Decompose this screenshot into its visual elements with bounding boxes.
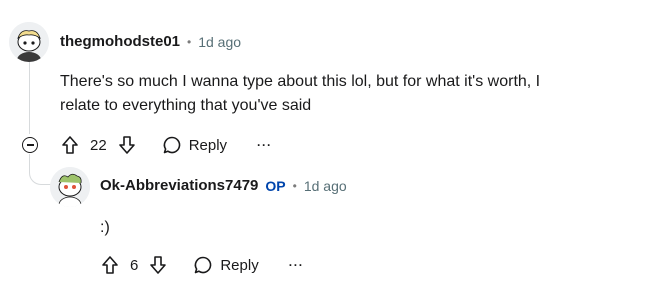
more-options-button[interactable]: ···: [257, 138, 272, 152]
thread-line-child-stem: [29, 154, 30, 162]
comment-bubble-icon: [162, 135, 182, 155]
thread-line-parent: [29, 62, 30, 134]
more-options-button[interactable]: ···: [289, 258, 304, 272]
snoo-avatar-icon: [50, 167, 90, 207]
collapse-thread-button[interactable]: [22, 137, 38, 153]
comment-body: :): [100, 219, 110, 236]
action-bar: 22 Reply ···: [60, 134, 272, 156]
comment-body-line: There's so much I wanna type about this …: [60, 73, 541, 90]
separator-dot: •: [292, 178, 297, 193]
downvote-icon[interactable]: [148, 255, 168, 275]
comment-bubble-icon: [193, 255, 213, 275]
minus-icon: [26, 144, 34, 146]
vote-count: 6: [130, 256, 139, 274]
upvote-icon[interactable]: [100, 255, 120, 275]
avatar[interactable]: [50, 167, 90, 207]
comment-body-line: relate to everything that you've said: [60, 97, 312, 114]
username[interactable]: thegmohodste01: [60, 33, 180, 50]
timestamp[interactable]: 1d ago: [304, 178, 347, 194]
reply-button[interactable]: Reply: [193, 255, 259, 275]
reply-label: Reply: [220, 256, 259, 274]
reply-label: Reply: [188, 136, 228, 154]
thread-elbow: [29, 162, 52, 185]
comment-header: Ok-Abbreviations7479 OP • 1d ago: [100, 177, 347, 194]
action-bar: 6 Reply ···: [100, 254, 304, 276]
upvote-icon[interactable]: [60, 135, 80, 155]
comment-header: thegmohodste01 • 1d ago: [60, 33, 241, 50]
comment-body: There's so much I wanna type about this …: [60, 70, 640, 118]
op-badge: OP: [265, 177, 286, 194]
vote-count: 22: [90, 136, 107, 154]
reply-button[interactable]: Reply: [162, 135, 227, 155]
username[interactable]: Ok-Abbreviations7479: [100, 177, 258, 194]
separator-dot: •: [187, 34, 192, 49]
snoo-avatar-icon: [9, 22, 49, 62]
downvote-icon[interactable]: [117, 135, 137, 155]
avatar[interactable]: [9, 22, 49, 62]
timestamp[interactable]: 1d ago: [198, 34, 241, 50]
